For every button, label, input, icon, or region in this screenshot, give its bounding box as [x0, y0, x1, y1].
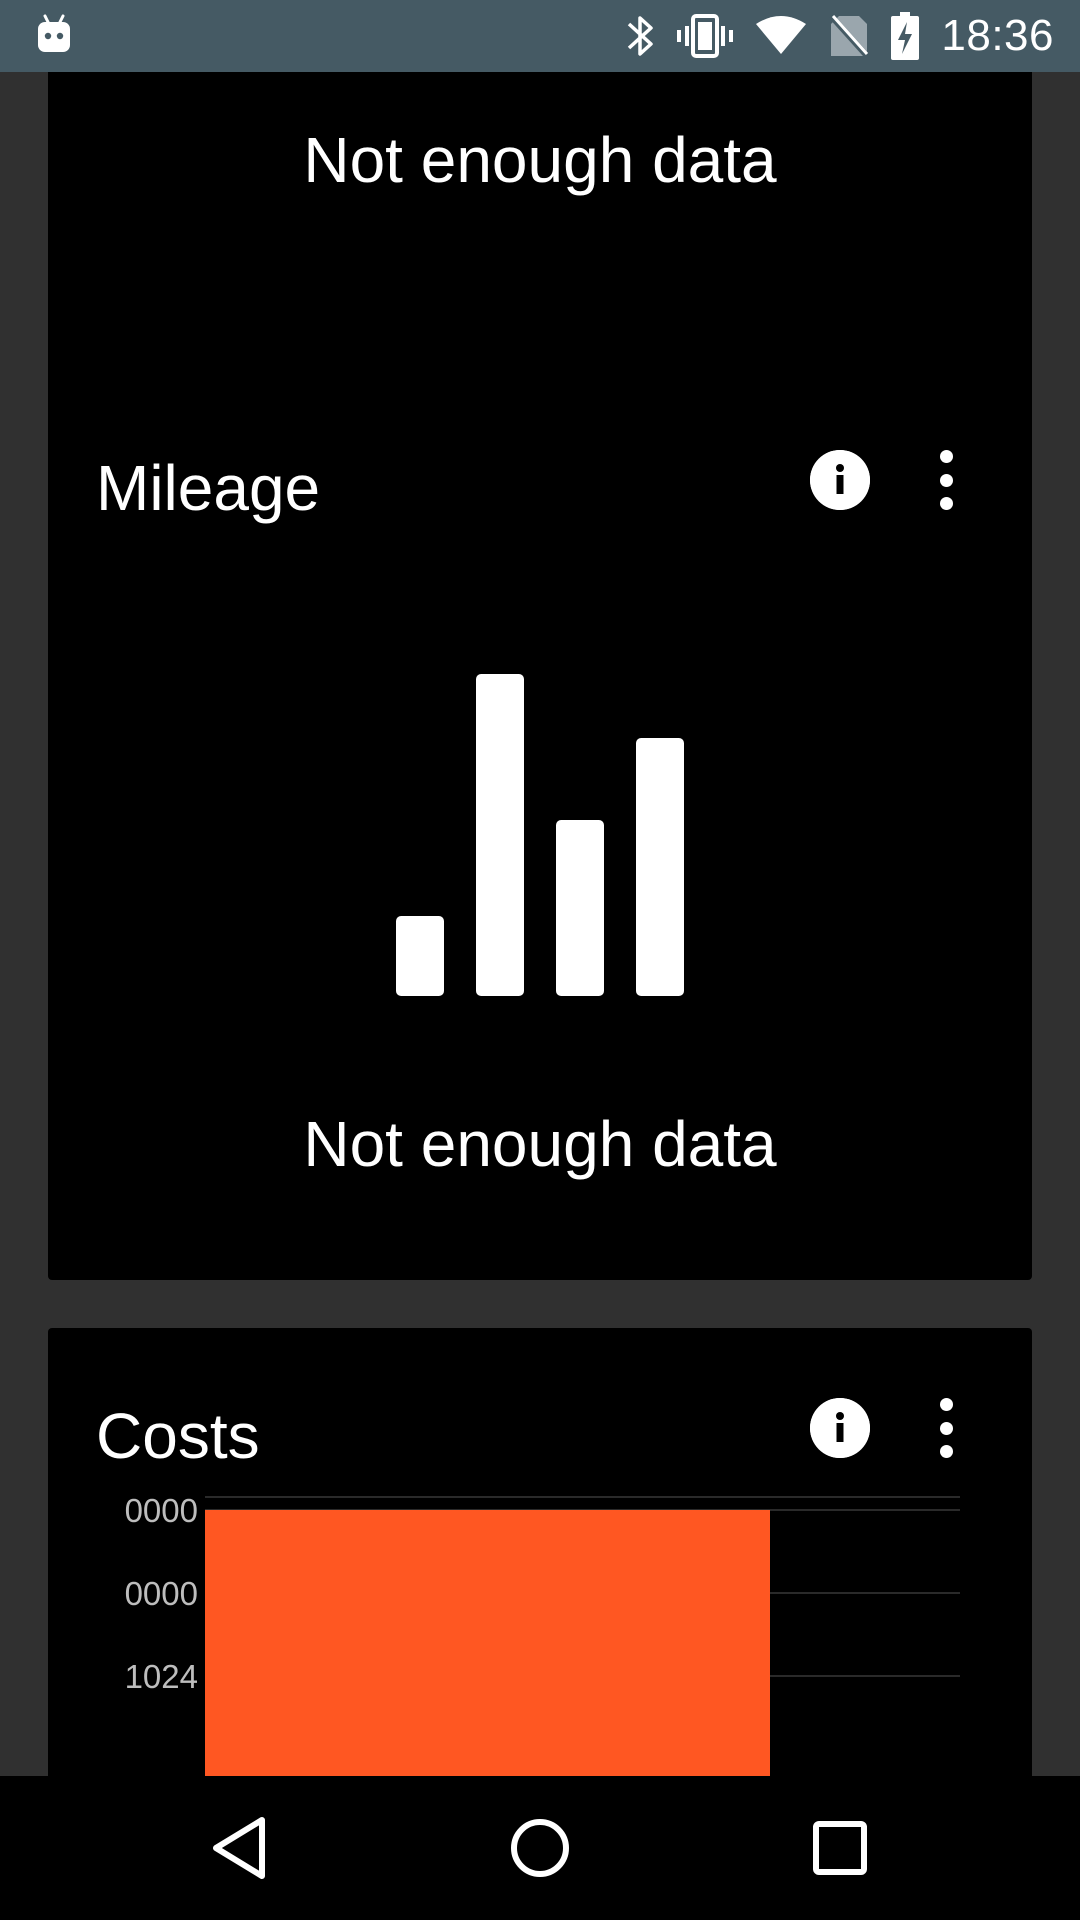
android-debug-icon	[38, 14, 70, 52]
bar-chart-icon	[48, 674, 1032, 996]
info-icon[interactable]	[810, 1398, 870, 1458]
status-bar: 18:36	[0, 0, 1080, 72]
card-title: Costs	[96, 1400, 260, 1472]
y-tick-label: 1024	[125, 1658, 198, 1695]
empty-state-text: Not enough data	[303, 1108, 777, 1180]
battery-charging-icon	[891, 12, 920, 60]
bluetooth-icon	[628, 16, 654, 56]
back-icon[interactable]	[204, 1812, 276, 1884]
info-icon[interactable]	[810, 450, 870, 510]
vibrate-icon	[677, 14, 734, 58]
costs-card: Costs 0000 0000 1024	[48, 1328, 1032, 1776]
wifi-icon	[756, 16, 807, 54]
previous-chart-card: Not enough data	[48, 72, 1032, 403]
more-vert-icon[interactable]	[936, 450, 956, 510]
more-vert-icon[interactable]	[936, 1398, 956, 1458]
recents-icon[interactable]	[804, 1812, 876, 1884]
no-sim-icon	[829, 14, 870, 58]
costs-chart-svg: 0000 0000 1024	[125, 1492, 960, 1776]
mileage-card: Mileage Not enough data	[48, 380, 1032, 1280]
status-time: 18:36	[941, 11, 1054, 60]
y-tick-label: 0000	[125, 1575, 198, 1612]
chart-bar[interactable]	[205, 1510, 770, 1776]
dashboard-content[interactable]: Not enough data Mileage Not enough data	[0, 72, 1080, 1776]
navigation-bar	[0, 1776, 1080, 1920]
empty-state-text: Not enough data	[303, 124, 777, 196]
home-icon[interactable]	[504, 1812, 576, 1884]
y-tick-label: 0000	[125, 1496, 198, 1529]
card-title: Mileage	[96, 452, 321, 524]
costs-chart: 0000 0000 1024	[48, 1492, 1032, 1776]
